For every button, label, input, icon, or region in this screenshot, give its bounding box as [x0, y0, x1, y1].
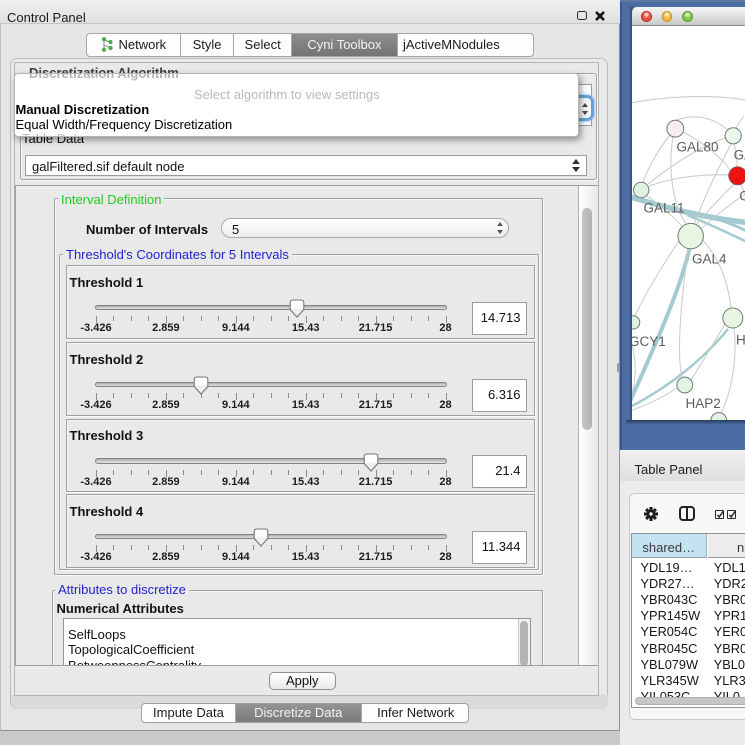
- svg-text:GA: GA: [734, 148, 745, 163]
- svg-text:GAL4: GAL4: [692, 252, 727, 267]
- svg-text:GAL11: GAL11: [644, 201, 685, 216]
- svg-text:CY: CY: [739, 189, 745, 204]
- svg-text:GAL80: GAL80: [677, 140, 719, 155]
- svg-text:H: H: [736, 333, 745, 348]
- svg-text:GCY1: GCY1: [632, 334, 666, 349]
- svg-text:HAP2: HAP2: [686, 396, 721, 411]
